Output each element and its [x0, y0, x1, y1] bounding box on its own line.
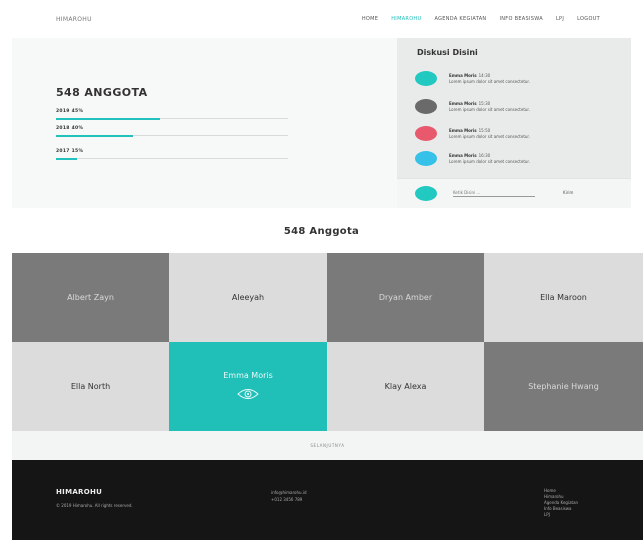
discussion-panel: Diskusi Disini Emma Moris 14:30 Lorem ips…: [397, 38, 631, 208]
chat-message: Emma Moris 16:30 Lorem ipsum dolor sit am…: [415, 151, 530, 166]
message-author: Emma Moris: [449, 128, 477, 133]
top-navbar: HIMAROHU HOME HIMAROHU AGENDA KEGIATAN I…: [0, 0, 643, 38]
message-input[interactable]: Ketik Disini ...: [453, 190, 535, 197]
progress-track: [56, 135, 288, 137]
member-name: Albert Zayn: [67, 293, 114, 302]
member-name: Ella North: [70, 382, 111, 391]
members-grid: Albert Zayn Aleeyah Dryan Amber Ella Mar…: [12, 253, 643, 431]
member-tile[interactable]: Emma Moris: [169, 342, 327, 431]
member-name: Emma Moris: [223, 371, 273, 380]
message-author: Emma Moris: [449, 73, 477, 78]
message-time: 16:30: [478, 153, 491, 158]
progress-track: [56, 118, 288, 120]
progress-fill: [56, 135, 133, 137]
message-time: 15:50: [478, 128, 491, 133]
message-time: 14:30: [478, 73, 491, 78]
avatar: [415, 99, 437, 114]
footer-phone: +012 3456 789: [271, 497, 303, 502]
message-text: Lorem ipsum dolor sit amet consectetur.: [449, 134, 530, 139]
member-name: Klay Alexa: [384, 382, 427, 391]
nav-link-home[interactable]: HOME: [362, 16, 378, 22]
member-tile[interactable]: Klay Alexa: [327, 342, 484, 431]
footer-brand: HIMAROHU: [56, 488, 103, 496]
progress-track: [56, 158, 288, 160]
message-author: Emma Moris: [449, 153, 477, 158]
footer-copyright: © 2019 Himarohu. All rights reserved.: [56, 503, 133, 508]
footer-link-lpj[interactable]: LPJ: [544, 512, 578, 518]
stat-2019: 2019 45%: [56, 109, 288, 120]
stat-label: 2019 45%: [56, 109, 84, 114]
nav-link-lpj[interactable]: LPJ: [556, 16, 564, 22]
message-text: Lorem ipsum dolor sit amet consectetur.: [449, 79, 530, 84]
avatar: [415, 151, 437, 166]
chat-message: Emma Moris 15:30 Lorem ipsum dolor sit am…: [415, 99, 530, 114]
chat-composer: Ketik Disini ... Kirim: [397, 178, 631, 208]
footer: HIMAROHU © 2019 Himarohu. All rights res…: [12, 460, 643, 540]
stats-panel: 548 ANGGOTA 2019 45% 2018 40% 2017 15%: [12, 38, 397, 208]
nav-link-logout[interactable]: LOGOUT: [577, 16, 600, 22]
footer-links: Home Himarohu Agenda Kegiatan Info Beasi…: [544, 488, 578, 518]
nav-link-himarohu[interactable]: HIMAROHU: [391, 16, 421, 22]
next-bar: SELANJUTNYA: [12, 431, 643, 460]
stat-label: 2017 15%: [56, 149, 84, 154]
send-button[interactable]: Kirim: [563, 190, 573, 195]
member-tile[interactable]: Dryan Amber: [327, 253, 484, 342]
member-tile[interactable]: Ella North: [12, 342, 169, 431]
nav-link-beasiswa[interactable]: INFO BEASISWA: [499, 16, 542, 22]
chat-message: Emma Moris 14:30 Lorem ipsum dolor sit am…: [415, 71, 530, 86]
nav-links: HOME HIMAROHU AGENDA KEGIATAN INFO BEASI…: [362, 16, 600, 22]
member-tile[interactable]: Aleeyah: [169, 253, 327, 342]
message-text: Lorem ipsum dolor sit amet consectetur.: [449, 159, 530, 164]
stat-2018: 2018 40%: [56, 126, 288, 137]
member-count-title: 548 ANGGOTA: [56, 86, 148, 99]
footer-contact: info@himarohu.id +012 3456 789: [271, 489, 307, 503]
chat-message: Emma Moris 15:50 Lorem ipsum dolor sit am…: [415, 126, 530, 141]
member-tile[interactable]: Albert Zayn: [12, 253, 169, 342]
avatar: [415, 71, 437, 86]
members-heading: 548 Anggota: [283, 226, 360, 237]
eye-icon[interactable]: [237, 388, 259, 402]
message-time: 15:30: [478, 101, 491, 106]
member-name: Aleeyah: [231, 293, 265, 302]
member-tile[interactable]: Ella Maroon: [484, 253, 643, 342]
stat-label: 2018 40%: [56, 126, 84, 131]
nav-link-agenda[interactable]: AGENDA KEGIATAN: [434, 16, 486, 22]
message-text: Lorem ipsum dolor sit amet consectetur.: [449, 107, 530, 112]
progress-fill: [56, 118, 161, 120]
discussion-title: Diskusi Disini: [417, 48, 478, 57]
footer-email[interactable]: info@himarohu.id: [271, 489, 307, 496]
message-author: Emma Moris: [449, 101, 477, 106]
progress-fill: [56, 158, 77, 160]
next-button[interactable]: SELANJUTNYA: [310, 443, 344, 448]
member-name: Dryan Amber: [378, 293, 433, 302]
nav-brand[interactable]: HIMAROHU: [56, 16, 92, 23]
avatar: [415, 186, 437, 201]
member-tile[interactable]: Stephanie Hwang: [484, 342, 643, 431]
avatar: [415, 126, 437, 141]
member-name: Stephanie Hwang: [528, 382, 599, 391]
member-name: Ella Maroon: [540, 293, 587, 302]
stat-2017: 2017 15%: [56, 149, 288, 160]
